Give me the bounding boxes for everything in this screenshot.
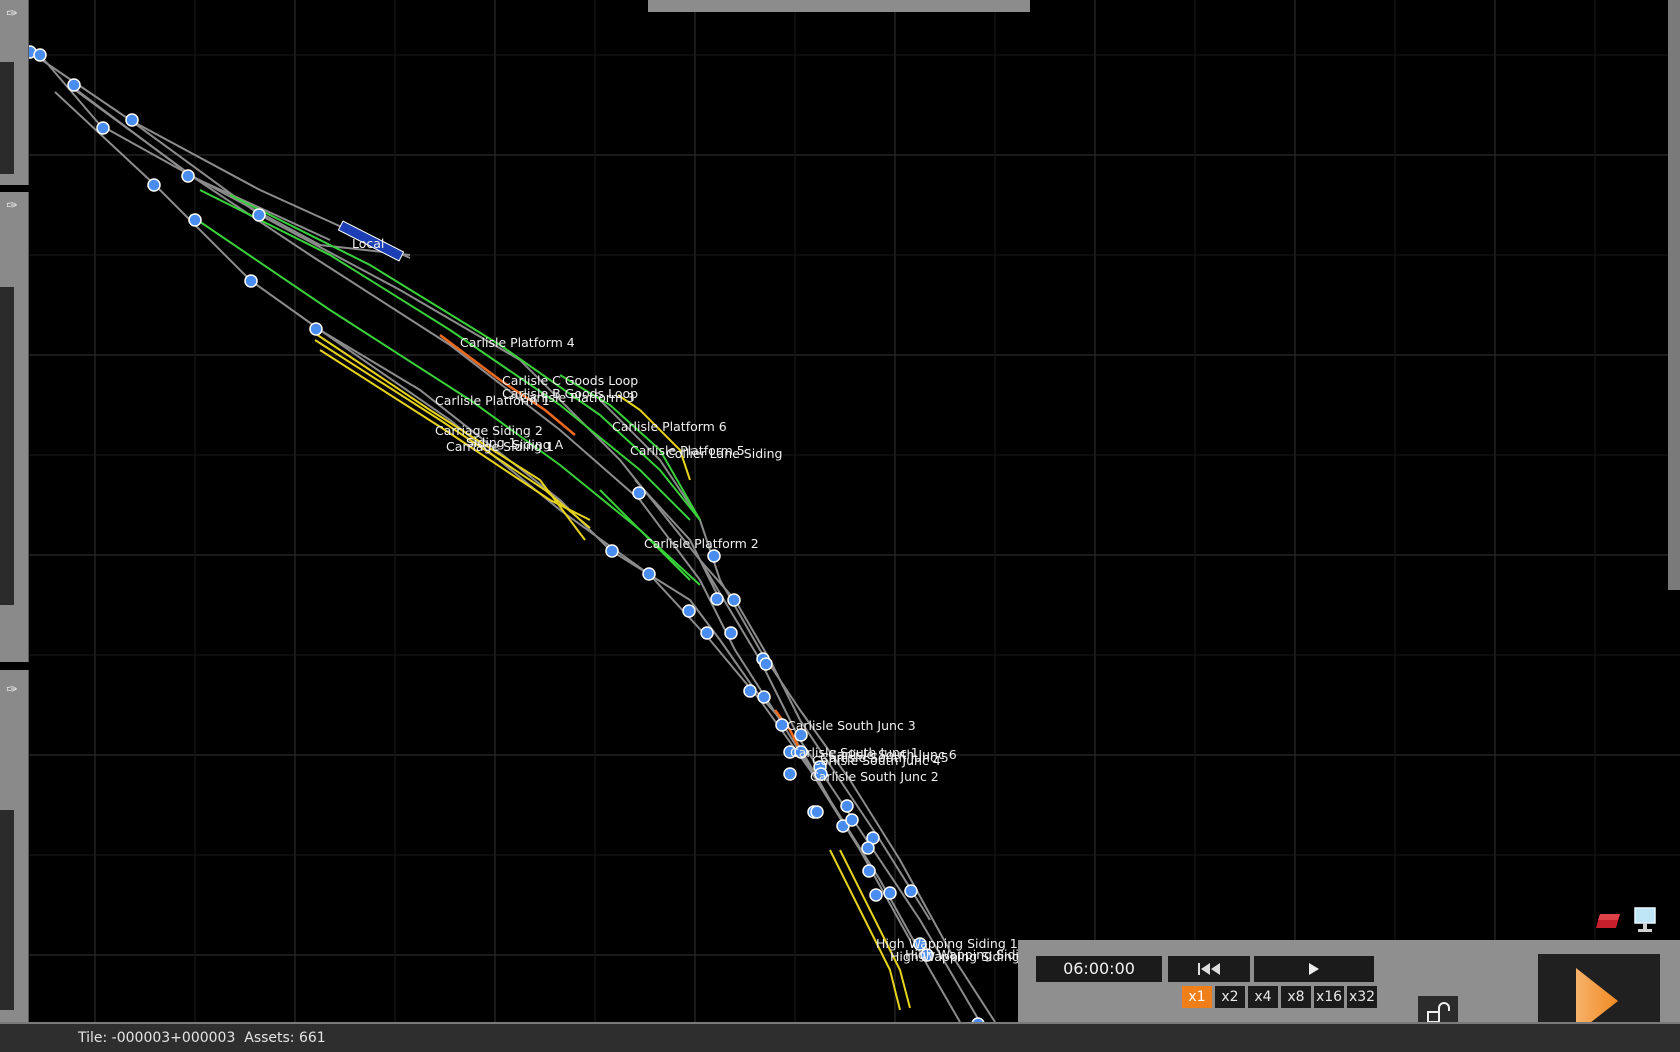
left-panel-top[interactable]: ✑	[0, 0, 29, 185]
clock-display: 06:00:00	[1036, 956, 1162, 982]
label-platform-2: Carlisle Platform 2	[644, 536, 759, 551]
speed-x32-button[interactable]: x32	[1347, 986, 1377, 1008]
speed-x1-button[interactable]: x1	[1182, 986, 1212, 1008]
label-south-junc-5: Carlisle South Junc 5	[820, 750, 949, 765]
track-nodes[interactable]	[23, 45, 985, 1031]
pin-icon[interactable]: ✑	[2, 4, 22, 24]
left-panel-middle[interactable]: ✑	[0, 192, 29, 662]
track-map[interactable]: Local Carlisle Platform 4 Carlisle C Goo…	[0, 0, 1680, 1050]
track-lines[interactable]	[29, 51, 996, 1023]
monitor-icon[interactable]	[1632, 906, 1658, 934]
right-scrollbar[interactable]	[1668, 0, 1680, 590]
train-label: Local	[352, 236, 384, 251]
label-collier-lane-siding: Collier Lane Siding	[666, 446, 782, 461]
rewind-icon	[1198, 963, 1220, 975]
top-scrollbar[interactable]	[648, 0, 1030, 12]
speed-x16-button[interactable]: x16	[1314, 986, 1344, 1008]
label-siding-a: Siding A	[512, 437, 564, 452]
speed-x4-button[interactable]: x4	[1248, 986, 1278, 1008]
left-panel-bottom-slot	[0, 810, 14, 1010]
left-panel-middle-slot	[0, 287, 14, 605]
eraser-icon[interactable]	[1594, 910, 1624, 932]
pin-icon[interactable]: ✑	[2, 680, 22, 700]
label-south-junc-2: Carlisle South Junc 2	[810, 769, 939, 784]
label-platform-4: Carlisle Platform 4	[460, 335, 575, 350]
left-panel-top-slot	[0, 62, 14, 174]
speed-x8-button[interactable]: x8	[1281, 986, 1311, 1008]
pin-icon[interactable]: ✑	[2, 196, 22, 216]
play-icon	[1309, 963, 1319, 975]
speed-x2-button[interactable]: x2	[1215, 986, 1245, 1008]
label-south-junc-3: Carlisle South Junc 3	[787, 718, 916, 733]
label-platform-6: Carlisle Platform 6	[612, 419, 727, 434]
rewind-button[interactable]	[1168, 956, 1250, 982]
status-text: Tile: -000003+000003 Assets: 661	[78, 1030, 326, 1046]
siding-tracks[interactable]	[309, 329, 911, 1011]
label-siding-1: Siding 1	[466, 435, 517, 450]
left-panel-bottom[interactable]: ✑	[0, 670, 29, 1022]
label-platform-3: Carlisle Platform 3	[520, 390, 635, 405]
play-button[interactable]	[1254, 956, 1374, 982]
status-bar: Tile: -000003+000003 Assets: 661	[0, 1022, 1680, 1052]
session-control-panel: 06:00:00 x1 x2 x4 x8 x16 x32	[1018, 940, 1395, 1022]
